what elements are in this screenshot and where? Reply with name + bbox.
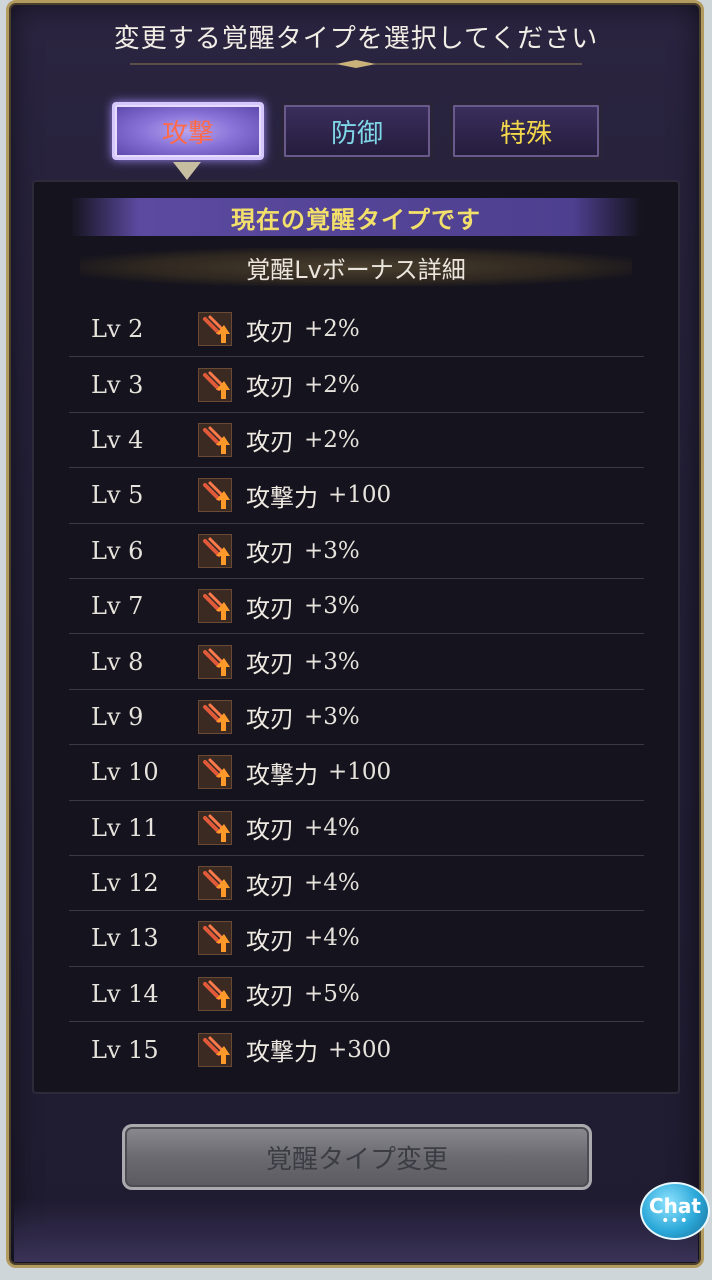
bonus-level: Lv 15 xyxy=(91,1035,159,1064)
list-item: Lv 8 攻刃 +3% xyxy=(69,634,644,690)
bonus-skill-name: 攻撃力 xyxy=(246,1038,318,1067)
bonus-value: +2% xyxy=(304,316,360,343)
bonus-level: Lv 9 xyxy=(91,702,144,731)
bonus-skill-name: 攻刃 xyxy=(246,982,294,1011)
list-item: Lv 3 攻刃 +2% xyxy=(69,357,644,413)
sword-up-icon xyxy=(198,699,232,734)
bonus-skill-name: 攻刃 xyxy=(246,428,294,457)
bonus-value: +3% xyxy=(304,703,360,730)
list-item: Lv 7 攻刃 +3% xyxy=(69,579,644,635)
tab-special-label: 特殊 xyxy=(499,118,552,149)
dialog-title: 変更する覚醒タイプを選択してください xyxy=(113,24,599,54)
sword-up-icon xyxy=(198,367,232,402)
list-item: Lv 10 攻撃力 +100 xyxy=(69,745,644,801)
type-tabs: 攻撃 防御 特殊 xyxy=(0,102,712,164)
bonus-skill-name: 攻刃 xyxy=(246,317,294,346)
bonus-level: Lv 7 xyxy=(91,592,144,621)
tab-defense-label: 防御 xyxy=(330,118,383,149)
bonus-level: Lv 2 xyxy=(91,315,144,344)
bonus-level: Lv 5 xyxy=(91,481,144,510)
bonus-skill-name: 攻刃 xyxy=(246,650,294,679)
list-item: Lv 15 攻撃力 +300 xyxy=(69,1022,644,1077)
bonus-skill-name: 攻刃 xyxy=(246,816,294,845)
bonus-value: +4% xyxy=(304,870,360,897)
bonus-level: Lv 6 xyxy=(91,536,144,565)
sword-up-icon xyxy=(198,810,232,845)
bonus-level: Lv 8 xyxy=(91,647,144,676)
list-item: Lv 13 攻刃 +4% xyxy=(69,911,644,967)
bonus-level: Lv 3 xyxy=(91,370,144,399)
bonus-level: Lv 12 xyxy=(91,869,159,898)
chat-dots-icon: ••• xyxy=(661,1213,689,1229)
sword-up-icon xyxy=(198,589,232,624)
list-item: Lv 6 攻刃 +3% xyxy=(69,524,644,579)
sword-up-icon xyxy=(198,644,232,679)
bonus-value: +2% xyxy=(304,426,360,453)
title-ornament-icon xyxy=(130,60,582,68)
bonus-value: +4% xyxy=(304,814,360,841)
bonus-level: Lv 14 xyxy=(91,979,159,1008)
bonus-skill-name: 攻撃力 xyxy=(246,760,318,789)
bonus-level: Lv 10 xyxy=(91,758,159,787)
bonus-value: +4% xyxy=(304,925,360,952)
tab-attack[interactable]: 攻撃 xyxy=(112,102,264,160)
list-item: Lv 4 攻刃 +2% xyxy=(69,413,644,469)
bonus-level: Lv 13 xyxy=(91,924,159,953)
list-item: Lv 14 攻刃 +5% xyxy=(69,967,644,1023)
sword-up-icon xyxy=(198,422,232,457)
change-type-button[interactable]: 覚醒タイプ変更 xyxy=(122,1124,592,1190)
bonus-value: +100 xyxy=(328,759,392,786)
sword-up-icon xyxy=(198,312,232,347)
sword-up-icon xyxy=(198,478,232,513)
list-item: Lv 5 攻撃力 +100 xyxy=(69,468,644,524)
bonus-value: +3% xyxy=(304,648,360,675)
list-item: Lv 12 攻刃 +4% xyxy=(69,856,644,912)
sword-up-icon xyxy=(198,866,232,901)
bonus-skill-name: 攻刃 xyxy=(246,871,294,900)
bonus-skill-name: 攻刃 xyxy=(246,594,294,623)
bonus-level: Lv 4 xyxy=(91,425,144,454)
sword-up-icon xyxy=(198,1032,232,1067)
bonus-value: +300 xyxy=(328,1036,392,1063)
bonus-value: +3% xyxy=(304,593,360,620)
sword-up-icon xyxy=(198,533,232,568)
bonus-skill-name: 攻撃力 xyxy=(246,483,318,512)
bonus-skill-name: 攻刃 xyxy=(246,926,294,955)
sword-up-icon xyxy=(198,976,232,1011)
tab-defense[interactable]: 防御 xyxy=(281,102,433,160)
change-type-button-label: 覚醒タイプ変更 xyxy=(265,1144,448,1175)
tab-pointer-icon xyxy=(173,162,201,180)
bonus-list: Lv 2 攻刃 +2% Lv 3 攻刃 +2% Lv 4 攻刃 +2% Lv 5 攻撃力 +100 Lv… xyxy=(69,302,644,1077)
bonus-detail-header: 覚醒Lvボーナス詳細 xyxy=(80,248,632,286)
bonus-value: +5% xyxy=(304,980,360,1007)
list-item: Lv 9 攻刃 +3% xyxy=(69,690,644,746)
bonus-skill-name: 攻刃 xyxy=(246,539,294,568)
sword-up-icon xyxy=(198,921,232,956)
list-item: Lv 2 攻刃 +2% xyxy=(69,302,644,358)
bonus-value: +2% xyxy=(304,371,360,398)
bonus-value: +100 xyxy=(328,482,392,509)
bonus-value: +3% xyxy=(304,537,360,564)
sword-up-icon xyxy=(198,755,232,790)
footer-ornament xyxy=(14,1200,698,1262)
list-item: Lv 11 攻刃 +4% xyxy=(69,801,644,856)
bonus-level: Lv 11 xyxy=(91,813,159,842)
tab-special[interactable]: 特殊 xyxy=(450,102,602,160)
current-type-banner: 現在の覚醒タイプです xyxy=(70,198,642,236)
tab-attack-label: 攻撃 xyxy=(161,118,214,149)
bonus-skill-name: 攻刃 xyxy=(246,705,294,734)
bonus-skill-name: 攻刃 xyxy=(246,373,294,402)
chat-button[interactable]: Chat ••• xyxy=(640,1182,710,1240)
